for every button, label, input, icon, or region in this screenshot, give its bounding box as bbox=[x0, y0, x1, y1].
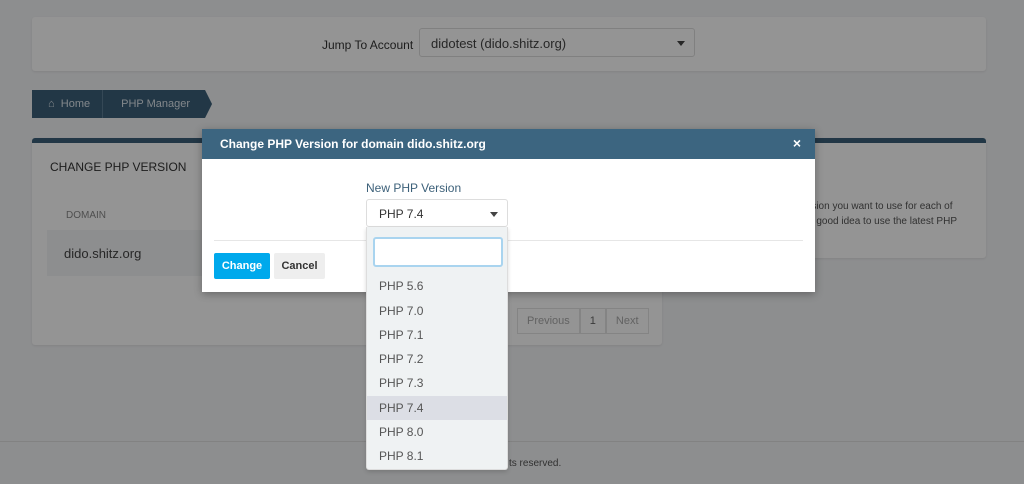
option-php-7-4[interactable]: PHP 7.4 bbox=[367, 396, 507, 420]
caret-down-icon bbox=[490, 212, 498, 217]
dropdown-search-input[interactable] bbox=[373, 237, 503, 267]
php-version-value: PHP 7.4 bbox=[379, 207, 424, 221]
php-version-select[interactable]: PHP 7.4 bbox=[366, 199, 508, 227]
php-version-dropdown: PHP 5.6 PHP 7.0 PHP 7.1 PHP 7.2 PHP 7.3 … bbox=[366, 227, 508, 470]
option-php-8-0[interactable]: PHP 8.0 bbox=[367, 420, 507, 444]
option-php-8-1[interactable]: PHP 8.1 bbox=[367, 444, 507, 468]
cancel-button[interactable]: Cancel bbox=[274, 253, 325, 279]
option-php-5-6[interactable]: PHP 5.6 bbox=[367, 274, 507, 298]
option-php-7-3[interactable]: PHP 7.3 bbox=[367, 371, 507, 395]
close-icon[interactable]: × bbox=[793, 135, 801, 151]
option-php-7-0[interactable]: PHP 7.0 bbox=[367, 299, 507, 323]
option-php-7-2[interactable]: PHP 7.2 bbox=[367, 347, 507, 371]
divider bbox=[214, 240, 803, 241]
change-button[interactable]: Change bbox=[214, 253, 270, 279]
change-php-version-modal: Change PHP Version for domain dido.shitz… bbox=[202, 129, 815, 292]
modal-title: Change PHP Version for domain dido.shitz… bbox=[202, 129, 815, 159]
option-php-7-1[interactable]: PHP 7.1 bbox=[367, 323, 507, 347]
php-version-label: New PHP Version bbox=[366, 181, 462, 195]
